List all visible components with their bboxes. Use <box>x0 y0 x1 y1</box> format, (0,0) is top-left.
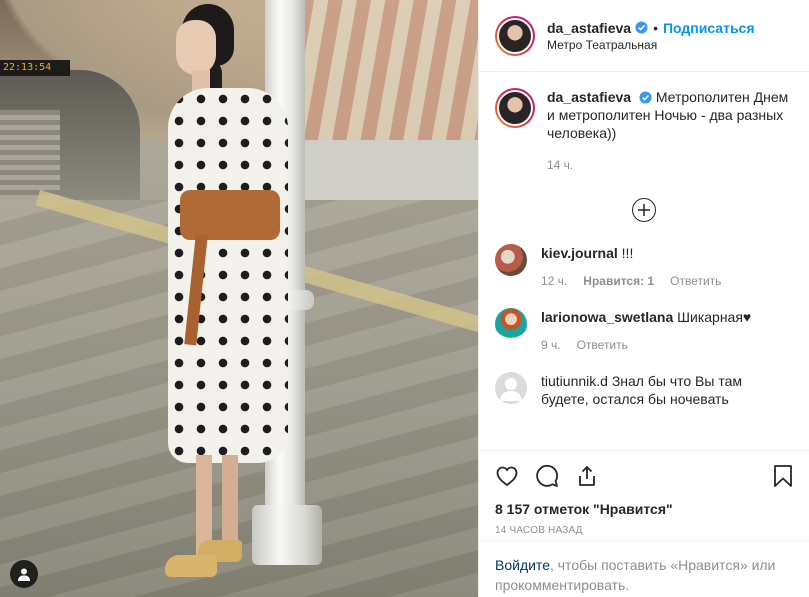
photo-figure-dress <box>168 88 288 463</box>
likes-count[interactable]: 8 157 отметок "Нравится" <box>495 501 794 517</box>
photo-figure-belt <box>180 190 280 240</box>
user-tag-icon <box>18 568 30 581</box>
login-prompt: Войдите, чтобы поставить «Нравится» или … <box>479 540 809 597</box>
author-avatar[interactable] <box>495 15 535 56</box>
comment-icon[interactable] <box>535 464 559 488</box>
caption: da_astafieva Метрополитен Днем и метропо… <box>495 88 793 174</box>
plus-circle-icon[interactable] <box>632 198 656 222</box>
comment-item: kiev.journal !!! 12 ч. Нравится: 1 Ответ… <box>495 244 793 290</box>
comment-text: !!! <box>621 245 634 261</box>
comment-username[interactable]: larionowa_swetlana <box>541 309 673 325</box>
default-avatar-icon <box>495 372 527 404</box>
heart-icon[interactable] <box>495 464 519 488</box>
verified-icon <box>639 91 652 104</box>
post-header: da_astafieva • Подписаться Метро Театрал… <box>479 0 809 72</box>
post-timestamp[interactable]: 14 ЧАСОВ НАЗАД <box>495 525 794 536</box>
location-link[interactable]: Метро Театральная <box>547 38 755 52</box>
comment-item: larionowa_swetlana Шикарная♥ 9 ч. Ответи… <box>495 308 793 354</box>
comment-text: Шикарная♥ <box>677 309 752 325</box>
reply-button[interactable]: Ответить <box>670 272 721 290</box>
commenter-avatar[interactable] <box>495 308 527 340</box>
caption-avatar[interactable] <box>495 88 535 128</box>
caption-time[interactable]: 14 ч. <box>547 156 573 174</box>
photo-stairs <box>0 110 60 200</box>
commenter-avatar[interactable] <box>495 244 527 276</box>
comment-likes[interactable]: Нравится: 1 <box>583 272 654 290</box>
post-sidebar: da_astafieva • Подписаться Метро Театрал… <box>478 0 809 597</box>
comments-list: da_astafieva Метрополитен Днем и метропо… <box>479 72 809 452</box>
photo-station-clock: 22:13:54 <box>0 60 70 76</box>
reply-button[interactable]: Ответить <box>577 336 628 354</box>
post-actions: 8 157 отметок "Нравится" 14 ЧАСОВ НАЗАД <box>479 450 809 536</box>
comment-time[interactable]: 12 ч. <box>541 272 567 290</box>
post-photo[interactable]: 22:13:54 <box>0 0 478 597</box>
commenter-avatar[interactable] <box>495 372 527 404</box>
follow-button[interactable]: Подписаться <box>663 20 755 36</box>
verified-icon <box>635 21 648 34</box>
separator-dot: • <box>653 19 658 36</box>
comment-time[interactable]: 9 ч. <box>541 336 561 354</box>
load-more-comments[interactable] <box>495 198 793 222</box>
caption-username[interactable]: da_astafieva <box>547 89 631 105</box>
photo-figure-face <box>176 20 216 75</box>
user-tag-button[interactable] <box>10 560 38 588</box>
share-icon[interactable] <box>575 464 599 488</box>
photo-pillar-base <box>252 505 322 565</box>
photo-figure-shoe <box>165 555 217 577</box>
comment-username[interactable]: tiutiunnik.d <box>541 373 608 389</box>
author-username[interactable]: da_astafieva <box>547 20 631 36</box>
comment-item: tiutiunnik.d Знал бы что Вы там будете, … <box>495 372 793 408</box>
comment-username[interactable]: kiev.journal <box>541 245 618 261</box>
login-link[interactable]: Войдите <box>495 557 550 573</box>
bookmark-icon[interactable] <box>772 464 794 488</box>
